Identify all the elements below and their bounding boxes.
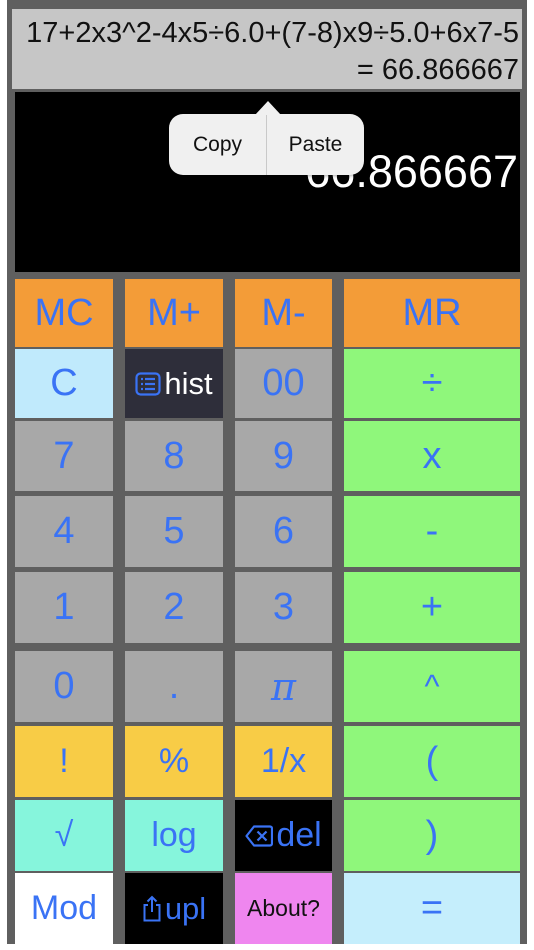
digit-9-button[interactable]: 9 xyxy=(235,421,332,491)
divide-button[interactable]: ÷ xyxy=(344,349,520,418)
digit-7-button[interactable]: 7 xyxy=(15,421,113,491)
backspace-icon xyxy=(245,824,274,847)
digit-4-button[interactable]: 4 xyxy=(15,496,113,567)
reciprocal-button[interactable]: 1/x xyxy=(235,726,332,797)
equals-button[interactable]: = xyxy=(344,873,520,944)
close-paren-button[interactable]: ) xyxy=(344,800,520,871)
sqrt-button[interactable]: √ xyxy=(15,800,113,871)
power-button[interactable]: ^ xyxy=(344,651,520,722)
share-icon xyxy=(142,895,162,923)
copy-menu-item[interactable]: Copy xyxy=(169,114,267,175)
factorial-button[interactable]: ! xyxy=(15,726,113,797)
digit-1-button[interactable]: 1 xyxy=(15,572,113,643)
decimal-point-button[interactable]: . xyxy=(125,651,223,722)
digit-0-button[interactable]: 0 xyxy=(15,651,113,722)
digit-2-button[interactable]: 2 xyxy=(125,572,223,643)
minus-button[interactable]: - xyxy=(344,496,520,567)
upload-label: upl xyxy=(164,890,207,926)
log-button[interactable]: log xyxy=(125,800,223,871)
mc-button[interactable]: MC xyxy=(15,279,113,347)
calculator-app: 17+2x3^2-4x5÷6.0+(7-8)x9÷5.0+6x7-5 = 66.… xyxy=(0,0,534,950)
mod-button[interactable]: Mod xyxy=(15,873,113,944)
digit-6-button[interactable]: 6 xyxy=(235,496,332,567)
digit-5-button[interactable]: 5 xyxy=(125,496,223,567)
double-zero-button[interactable]: 00 xyxy=(235,349,332,418)
about-button[interactable]: About? xyxy=(235,873,332,944)
mr-button[interactable]: MR xyxy=(344,279,520,347)
pi-button[interactable]: π xyxy=(235,651,332,722)
digit-8-button[interactable]: 8 xyxy=(125,421,223,491)
delete-label: del xyxy=(276,816,322,854)
context-menu: Copy Paste xyxy=(169,114,364,175)
expression-area[interactable]: 17+2x3^2-4x5÷6.0+(7-8)x9÷5.0+6x7-5 = 66.… xyxy=(12,9,522,89)
percent-button[interactable]: % xyxy=(125,726,223,797)
clear-button[interactable]: C xyxy=(15,349,113,418)
open-paren-button[interactable]: ( xyxy=(344,726,520,797)
plus-button[interactable]: + xyxy=(344,572,520,643)
delete-button[interactable]: del xyxy=(235,800,332,871)
context-menu-arrow xyxy=(255,101,281,115)
expression-text: 17+2x3^2-4x5÷6.0+(7-8)x9÷5.0+6x7-5 xyxy=(26,17,519,49)
upload-button[interactable]: upl xyxy=(125,873,223,944)
list-icon xyxy=(135,371,161,396)
expression-result: = 66.866667 xyxy=(356,54,519,86)
paste-menu-item[interactable]: Paste xyxy=(267,114,364,175)
digit-3-button[interactable]: 3 xyxy=(235,572,332,643)
hist-label: hist xyxy=(164,365,213,401)
m-plus-button[interactable]: M+ xyxy=(125,279,223,347)
m-minus-button[interactable]: M- xyxy=(235,279,332,347)
hist-button[interactable]: hist xyxy=(125,349,223,418)
multiply-button[interactable]: x xyxy=(344,421,520,491)
